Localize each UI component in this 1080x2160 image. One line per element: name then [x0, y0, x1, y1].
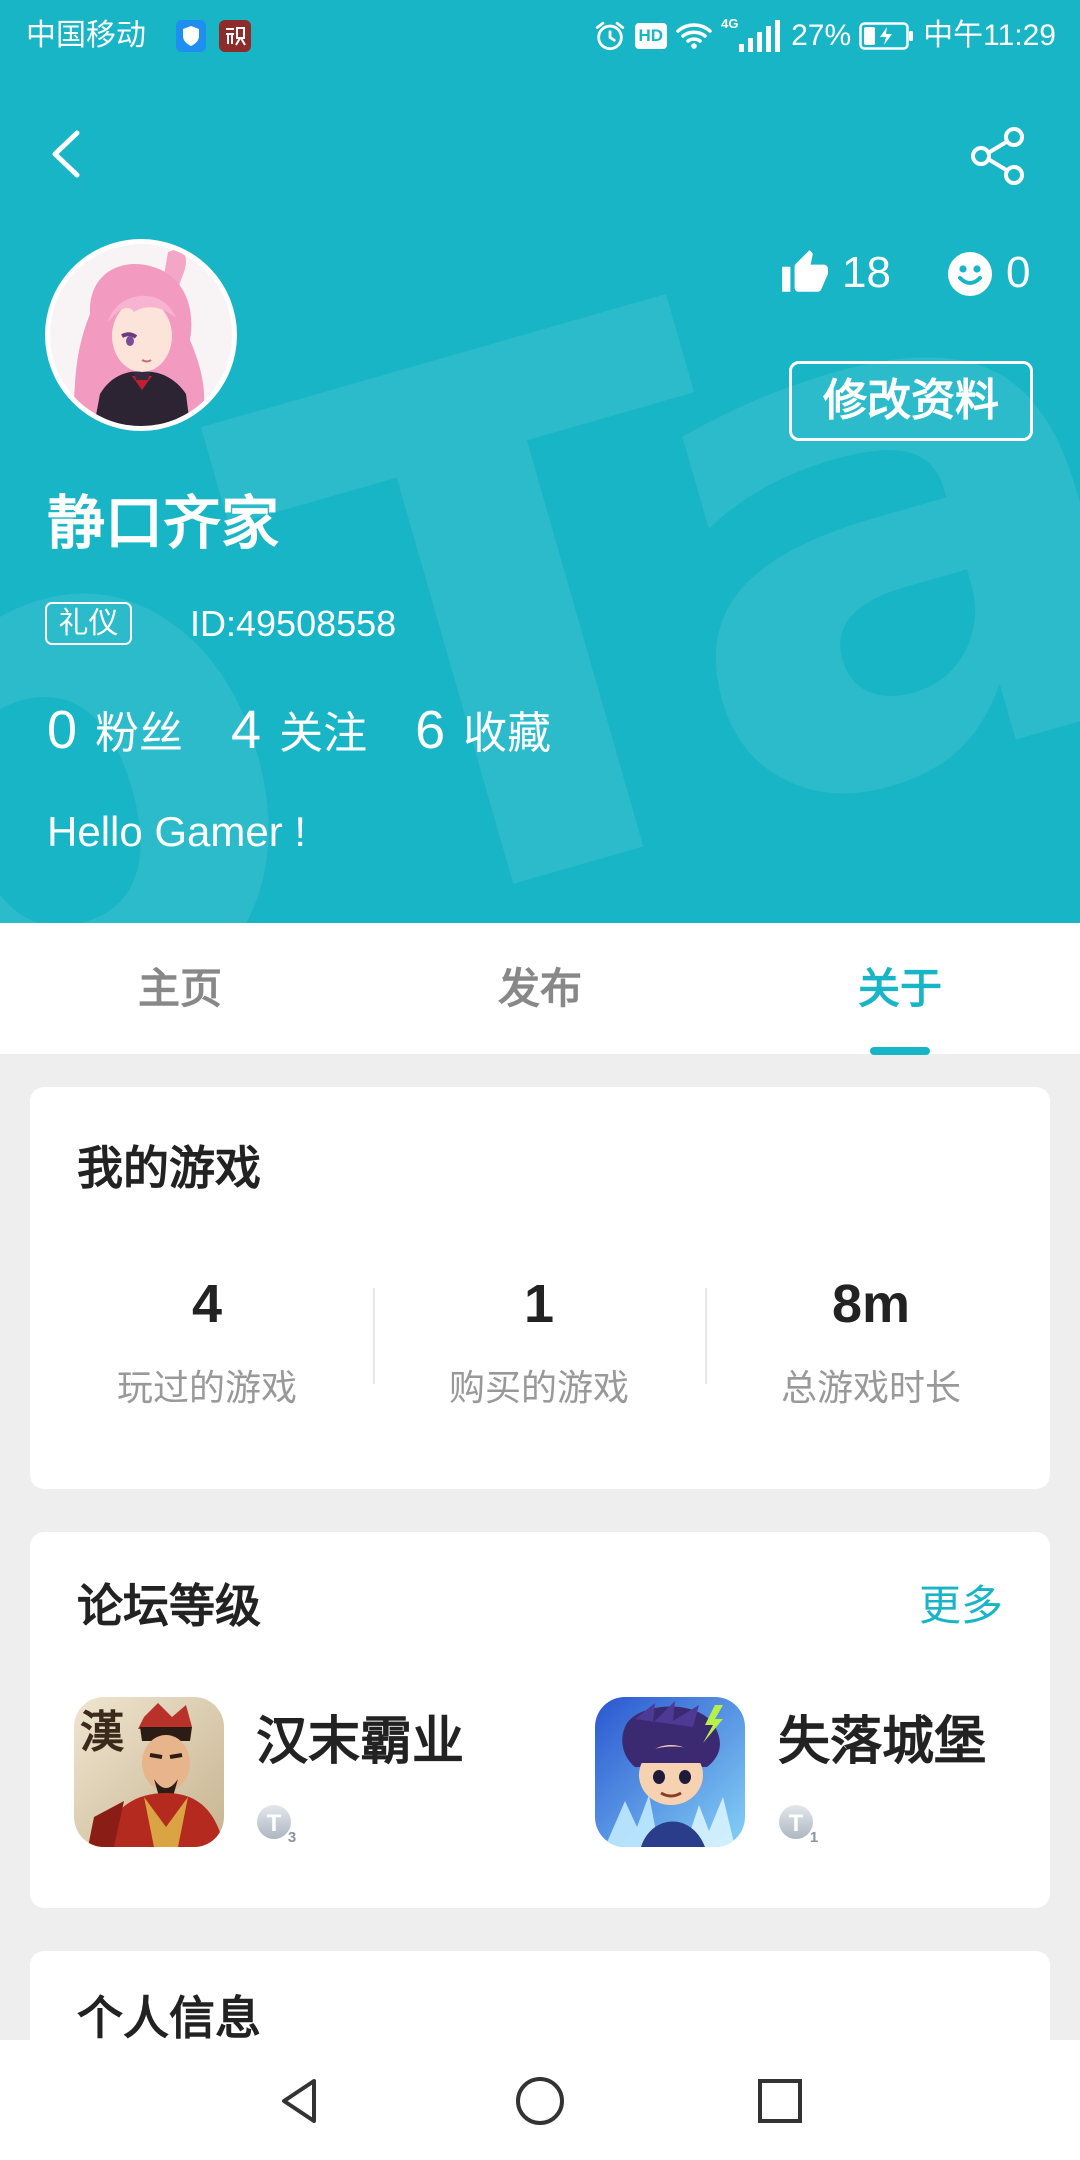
svg-text:T: T	[789, 1810, 804, 1837]
tab-about[interactable]: 关于	[720, 923, 1080, 1055]
level-badge-icon: T 3	[257, 1805, 296, 1846]
stat-value: 4	[191, 1274, 223, 1334]
stat-value: 0	[47, 700, 78, 760]
stat-label: 玩过的游戏	[116, 1368, 297, 1409]
personal-info-title: 个人信息	[77, 1991, 261, 2045]
stat-label: 总游戏时长	[780, 1368, 961, 1409]
tab-posts[interactable]: 发布	[360, 923, 720, 1054]
more-link[interactable]: 更多	[919, 1583, 1003, 1629]
svg-text:漢: 漢	[80, 1707, 125, 1758]
smiley-icon[interactable]	[946, 250, 994, 298]
status-icons: HD 4G 27% 中午11:29	[593, 16, 1056, 56]
stat-label: 收藏	[463, 708, 552, 759]
game-icon-hanmobaye[interactable]: 漢	[74, 1697, 224, 1847]
share-icon[interactable]	[966, 124, 1030, 188]
carrier-name: 中国移动	[26, 19, 146, 52]
active-tab-indicator	[870, 1047, 930, 1055]
profile-tabs: 主页 发布 关于	[0, 923, 1080, 1055]
stat-favorites[interactable]: 6 收藏	[415, 700, 551, 764]
user-bio: Hello Gamer !	[47, 808, 307, 855]
profile-header: TapTap 中国移动 HD 4G 27% 中午11:29 18 0 修改资料 …	[0, 0, 1080, 923]
stat-label: 关注	[279, 708, 368, 759]
svg-text:1: 1	[810, 1829, 818, 1846]
user-id: ID:49508558	[190, 603, 397, 644]
shield-icon	[176, 20, 206, 52]
alarm-icon	[595, 21, 624, 51]
game-artwork: 漢	[74, 1697, 224, 1847]
watermark-logo: TapTap	[0, 0, 1080, 923]
user-title-badge: 礼仪	[45, 602, 132, 645]
tab-home[interactable]: 主页	[0, 923, 360, 1054]
network-type: 4G	[721, 16, 739, 31]
stat-label: 购买的游戏	[448, 1368, 629, 1409]
stat-following[interactable]: 4 关注	[231, 700, 367, 764]
stat-value: 4	[231, 700, 262, 760]
forum-level-title: 论坛等级	[77, 1579, 261, 1633]
signal-icon: 4G	[721, 16, 783, 54]
stat-value: 8m	[831, 1274, 911, 1334]
follow-stats: 0 粉丝 4 关注 6 收藏	[47, 700, 599, 764]
level-badge-icon: T 1	[779, 1805, 818, 1846]
svg-text:T: T	[267, 1810, 282, 1837]
app-notification-icon	[219, 20, 251, 52]
game-icon-lost-castle[interactable]	[595, 1697, 745, 1847]
my-games-card: 我的游戏 4 玩过的游戏 1 购买的游戏 8m 总游戏时长	[30, 1087, 1050, 1489]
svg-text:3: 3	[288, 1829, 296, 1846]
game-name[interactable]: 汉末霸业	[256, 1715, 464, 1769]
stat-value: 6	[415, 700, 446, 760]
avatar-image	[50, 244, 232, 426]
game-name[interactable]: 失落城堡	[778, 1715, 986, 1769]
my-games-title: 我的游戏	[77, 1141, 261, 1195]
tab-about-label: 关于	[857, 964, 942, 1013]
back-arrow-icon[interactable]	[44, 124, 88, 184]
wifi-icon	[676, 23, 712, 49]
my-games-stats: 4 玩过的游戏 1 购买的游戏 8m 总游戏时长	[41, 1274, 1037, 1409]
total-playtime-stat[interactable]: 8m 总游戏时长	[705, 1274, 1037, 1409]
svg-text:TapTap: TapTap	[0, 0, 1080, 923]
forum-level-card: 论坛等级 更多 漢 汉末霸业 T 3 失落城堡 T 1	[30, 1532, 1050, 1908]
games-played-stat[interactable]: 4 玩过的游戏	[41, 1274, 373, 1409]
divider	[373, 1288, 375, 1384]
stat-fans[interactable]: 0 粉丝	[47, 700, 183, 764]
username: 静口齐家	[47, 489, 280, 557]
game-artwork	[595, 1697, 745, 1847]
thumbs-up-icon[interactable]	[780, 248, 830, 298]
nav-back-icon[interactable]	[274, 2075, 326, 2127]
battery-percent: 27%	[791, 19, 852, 52]
clock: 中午11:29	[923, 19, 1056, 52]
stat-label: 粉丝	[95, 708, 184, 759]
games-purchased-stat[interactable]: 1 购买的游戏	[373, 1274, 705, 1409]
divider	[705, 1288, 707, 1384]
battery-charging-icon	[859, 22, 914, 50]
system-navigation-bar	[0, 2040, 1080, 2160]
smiles-count: 0	[1006, 248, 1031, 297]
likes-count: 18	[842, 248, 891, 297]
nav-home-icon[interactable]	[514, 2075, 566, 2127]
nav-recents-icon[interactable]	[754, 2075, 806, 2127]
avatar[interactable]	[45, 239, 237, 431]
hd-indicator: HD	[634, 23, 668, 49]
edit-profile-button[interactable]: 修改资料	[789, 361, 1033, 441]
stat-value: 1	[523, 1274, 555, 1334]
